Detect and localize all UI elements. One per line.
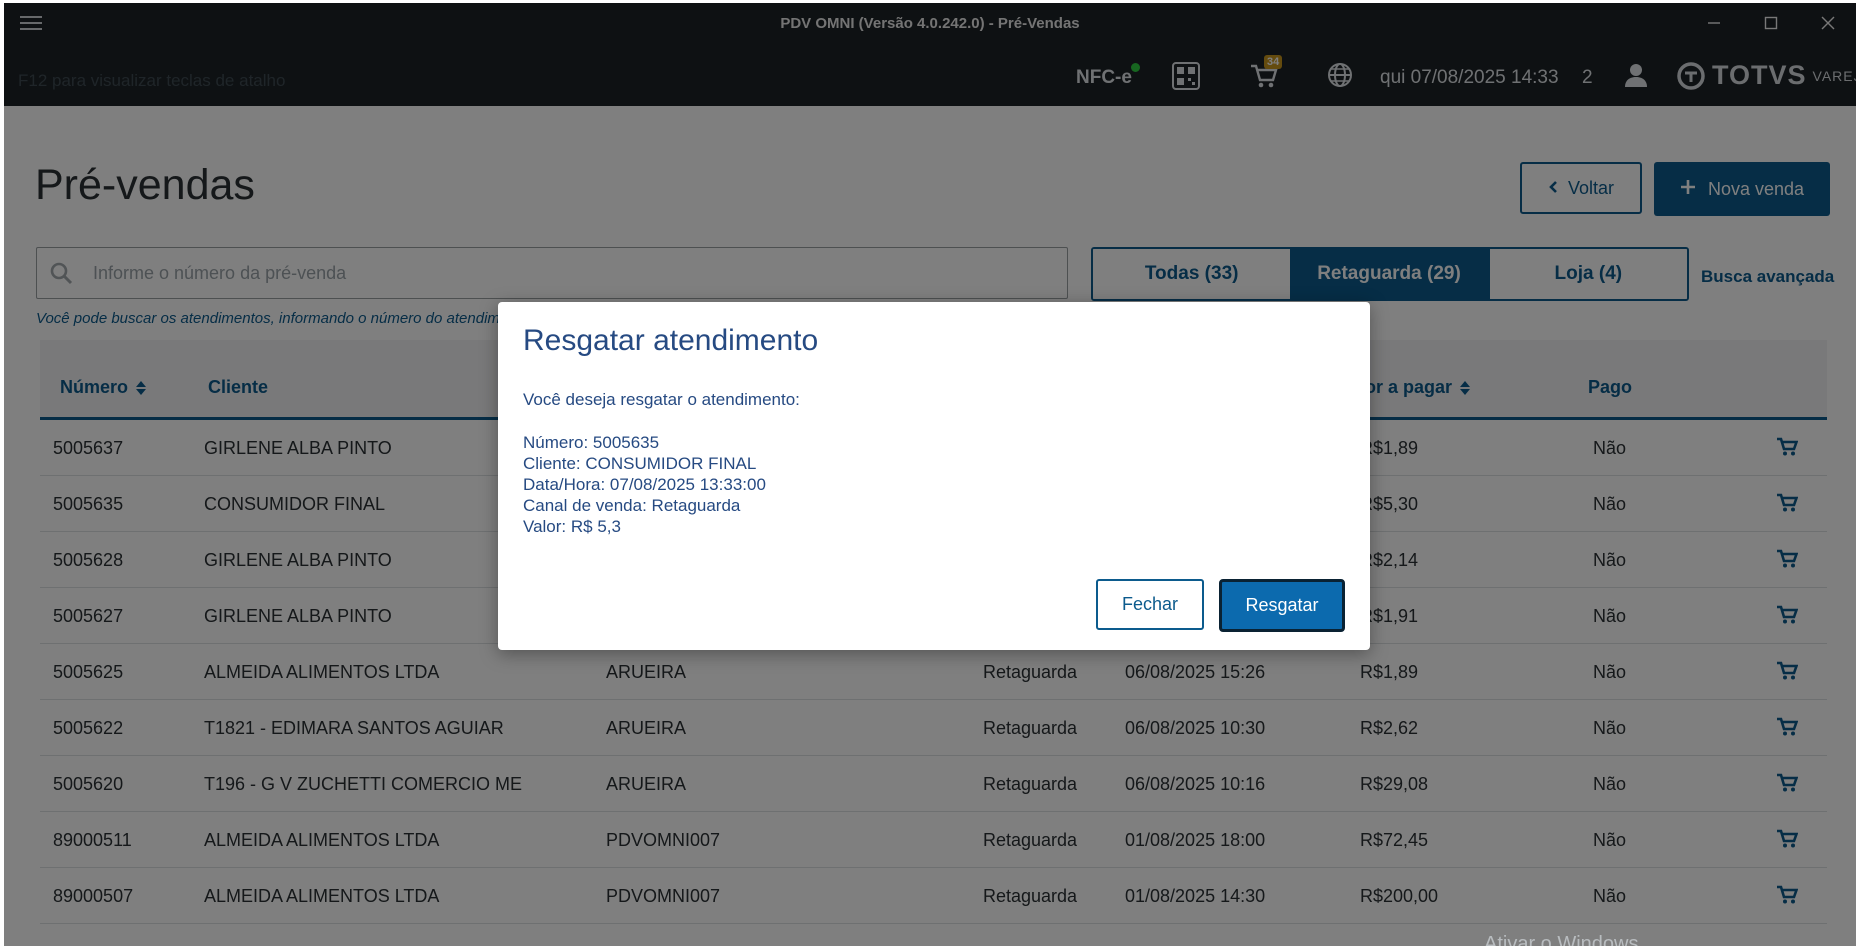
resgatar-button[interactable]: Resgatar	[1219, 579, 1345, 632]
dialog-title: Resgatar atendimento	[523, 324, 819, 357]
detail-canal: Canal de venda: Retaguarda	[523, 496, 741, 515]
detail-cliente: Cliente: CONSUMIDOR FINAL	[523, 454, 757, 473]
detail-numero: Número: 5005635	[523, 433, 660, 452]
close-button[interactable]: Fechar	[1096, 579, 1204, 630]
detail-datahora: Data/Hora: 07/08/2025 13:33:00	[523, 475, 766, 494]
resgatar-dialog: Resgatar atendimento Você deseja resgata…	[498, 302, 1370, 650]
activate-windows-watermark: Ativar o Windows	[1484, 933, 1639, 946]
app-window: PDV OMNI (Versão 4.0.242.0) - Pré-Vendas…	[4, 3, 1856, 946]
dialog-details: Número: 5005635 Cliente: CONSUMIDOR FINA…	[523, 432, 766, 537]
detail-valor: Valor: R$ 5,3	[523, 517, 621, 536]
dialog-question: Você deseja resgatar o atendimento:	[523, 390, 800, 409]
